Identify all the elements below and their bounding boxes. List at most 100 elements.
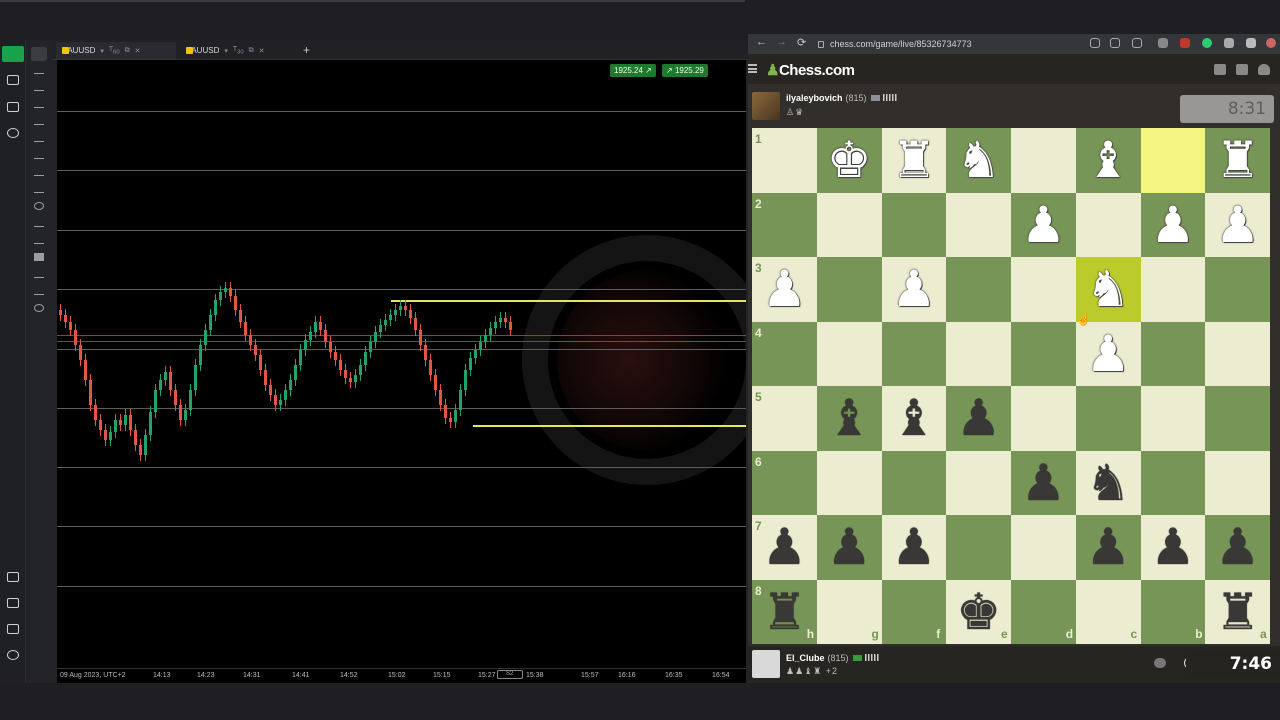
close-icon[interactable]: ✕ <box>135 47 141 55</box>
window-icon[interactable] <box>7 102 19 112</box>
chart-tab[interactable]: XAUUSD ▾ T30 ⧉ ✕ <box>180 42 300 59</box>
square-b1[interactable] <box>1140 128 1206 193</box>
brush-icon[interactable] <box>34 151 44 159</box>
square-d7[interactable] <box>1011 515 1076 580</box>
black-piece-e8[interactable]: ♚ <box>946 580 1011 645</box>
avatar[interactable] <box>752 650 780 678</box>
black-piece-g7[interactable]: ♟ <box>817 515 882 580</box>
settings-icon[interactable] <box>7 650 19 660</box>
chart-tab[interactable]: XAUUSD ▾ T60 ⧉ ✕ <box>56 42 176 59</box>
clock-icon[interactable] <box>34 304 44 312</box>
shield-icon[interactable] <box>1202 38 1212 48</box>
back-icon[interactable]: ← <box>756 36 767 48</box>
scroll-knob[interactable]: S2 <box>497 670 523 679</box>
adblock-icon[interactable] <box>1180 38 1190 48</box>
square-f2[interactable] <box>881 192 947 257</box>
black-piece-f7[interactable]: ♟ <box>882 515 947 580</box>
ask-badge[interactable]: ↗ 1925.29 <box>662 64 708 77</box>
documents-icon[interactable] <box>7 75 19 85</box>
square-g4[interactable] <box>816 321 882 386</box>
white-piece-e1[interactable]: ♞ <box>946 128 1011 193</box>
white-piece-a2[interactable]: ♟ <box>1205 193 1270 258</box>
square-e4[interactable] <box>946 321 1011 386</box>
avatar[interactable] <box>752 92 780 120</box>
square-g6[interactable] <box>816 450 882 515</box>
reload-icon[interactable]: ⟳ <box>797 36 806 49</box>
white-piece-b2[interactable]: ♟ <box>1141 193 1206 258</box>
square-b3[interactable] <box>1140 257 1206 322</box>
black-piece-a7[interactable]: ♟ <box>1205 515 1270 580</box>
white-piece-g1[interactable]: ♚ <box>817 128 882 193</box>
bell-icon[interactable] <box>34 287 44 295</box>
square-c5[interactable] <box>1075 386 1141 451</box>
square-d1[interactable] <box>1011 128 1076 193</box>
extension-icon[interactable] <box>1158 38 1168 48</box>
layers-icon[interactable] <box>7 624 19 634</box>
star-icon[interactable] <box>1132 38 1142 48</box>
player-name[interactable]: El_Clube (815) <box>786 653 879 663</box>
eye-icon[interactable] <box>34 270 44 278</box>
square-b6[interactable] <box>1140 450 1206 515</box>
mail-icon[interactable] <box>1236 64 1248 75</box>
black-piece-f5[interactable]: ♝ <box>882 386 947 451</box>
forward-icon[interactable]: → <box>776 36 787 48</box>
black-piece-g5[interactable]: ♝ <box>817 386 882 451</box>
pin-icon[interactable] <box>1246 38 1256 48</box>
chess-logo[interactable]: ♟Chess.com <box>766 61 855 79</box>
black-piece-b7[interactable]: ♟ <box>1141 515 1206 580</box>
square-a4[interactable] <box>1205 321 1270 386</box>
square-g2[interactable] <box>816 192 882 257</box>
square-e6[interactable] <box>946 450 1011 515</box>
magic-icon[interactable] <box>34 83 44 91</box>
square-f4[interactable] <box>881 321 947 386</box>
square-a6[interactable] <box>1205 450 1270 515</box>
timeframe[interactable]: T30 <box>233 46 244 55</box>
square-f6[interactable] <box>881 450 947 515</box>
text-icon[interactable] <box>34 236 44 244</box>
timeframe[interactable]: T60 <box>109 46 120 55</box>
close-icon[interactable]: ✕ <box>259 47 265 55</box>
rectangle-icon[interactable] <box>34 253 44 261</box>
briefcase-icon[interactable] <box>7 572 19 582</box>
black-piece-d6[interactable]: ♟ <box>1011 451 1076 516</box>
ruler-icon[interactable] <box>34 100 44 108</box>
white-piece-h3[interactable]: ♟ <box>752 257 817 322</box>
black-piece-c6[interactable]: ♞ <box>1076 451 1141 516</box>
black-piece-a8[interactable]: ♜ <box>1205 580 1270 645</box>
address-bar[interactable]: chess.com/game/live/85326734773 <box>818 37 1048 51</box>
download-icon[interactable] <box>1090 38 1100 48</box>
bell-icon[interactable] <box>1258 64 1270 75</box>
fib-icon[interactable] <box>34 185 44 193</box>
square-d5[interactable] <box>1011 386 1076 451</box>
square-a5[interactable] <box>1205 386 1270 451</box>
white-piece-f3[interactable]: ♟ <box>882 257 947 322</box>
popout-icon[interactable]: ⧉ <box>249 47 254 55</box>
black-piece-h7[interactable]: ♟ <box>752 515 817 580</box>
candles-icon[interactable] <box>2 46 24 62</box>
chat-icon[interactable] <box>1154 658 1166 668</box>
puzzle-icon[interactable] <box>1224 38 1234 48</box>
search-icon[interactable] <box>7 128 19 138</box>
puzzle-icon[interactable] <box>1214 64 1226 75</box>
square-e7[interactable] <box>946 515 1011 580</box>
share-icon[interactable] <box>1110 38 1120 48</box>
square-e3[interactable] <box>946 257 1011 322</box>
black-piece-h8[interactable]: ♜ <box>752 580 817 645</box>
price-chart[interactable]: 1925.24 ↗ ↗ 1925.29 <box>57 60 746 668</box>
player-name[interactable]: ilyaleybovich (815) <box>786 93 897 103</box>
square-e2[interactable] <box>946 192 1011 257</box>
pen-icon[interactable] <box>34 134 44 142</box>
pin-icon[interactable] <box>34 168 44 176</box>
dropdown-icon[interactable]: ▾ <box>224 47 228 55</box>
arrow-icon[interactable] <box>34 219 44 227</box>
circle-icon[interactable] <box>34 202 44 210</box>
menu-icon[interactable] <box>748 64 757 73</box>
square-c2[interactable] <box>1075 192 1141 257</box>
crosshair-icon[interactable] <box>34 66 44 74</box>
profile-icon[interactable] <box>1266 38 1276 48</box>
bank-icon[interactable] <box>7 598 19 608</box>
bid-badge[interactable]: 1925.24 ↗ <box>610 64 656 77</box>
cursor-icon[interactable] <box>31 47 47 61</box>
popout-icon[interactable]: ⧉ <box>125 47 130 55</box>
square-g3[interactable] <box>816 257 882 322</box>
